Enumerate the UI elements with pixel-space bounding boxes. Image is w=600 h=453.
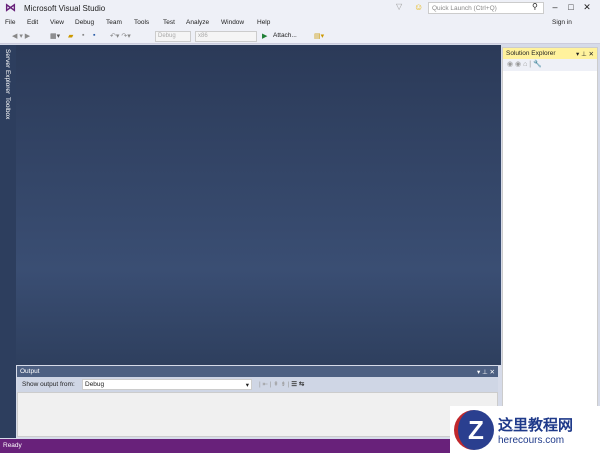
vs-logo-icon: ⋈ — [5, 2, 16, 14]
editor-area — [16, 45, 501, 365]
solution-explorer-header: Solution Explorer ▾ ⊥ ✕ — [503, 48, 597, 59]
toolbar-options-icon[interactable]: ▤▾ — [314, 32, 324, 40]
open-icon[interactable]: ▰ — [68, 32, 73, 40]
filter-icon[interactable]: ▽ — [396, 2, 402, 11]
output-source-value: Debug — [85, 381, 105, 388]
output-action-icons[interactable]: | ⇤ | ⇞ ⇟ | ☰ ⇆ — [259, 380, 304, 388]
solution-explorer-panel: Solution Explorer ▾ ⊥ ✕ ◉ ◉ ⌂ | 🔧 — [502, 47, 598, 438]
menu-team[interactable]: Team — [106, 19, 122, 26]
minimize-button[interactable]: – — [548, 2, 562, 12]
menu-window[interactable]: Window — [221, 19, 244, 26]
config-dropdown[interactable]: Debug — [155, 31, 191, 42]
output-panel-controls[interactable]: ▾ ⊥ ✕ — [477, 368, 495, 376]
properties-wrench-icon[interactable]: 🔧 — [533, 61, 542, 68]
panel-controls[interactable]: ▾ ⊥ ✕ — [576, 50, 594, 58]
sign-in-link[interactable]: Sign in — [552, 19, 572, 26]
menu-view[interactable]: View — [50, 19, 64, 26]
feedback-smiley-icon[interactable]: ☺ — [414, 2, 423, 12]
title-bar: ⋈ Microsoft Visual Studio ▽ ☺ Quick Laun… — [0, 0, 600, 17]
save-all-icon[interactable]: ▪ — [93, 32, 95, 39]
platform-dropdown[interactable]: x86 — [195, 31, 257, 42]
back-icon[interactable]: ◀ ▾ ▶ — [12, 32, 30, 40]
panel-title: Solution Explorer — [506, 50, 556, 57]
nav-icons[interactable]: ◉ ◉ ⌂ | — [507, 61, 533, 68]
watermark-url: herecours.com — [498, 434, 565, 446]
menu-bar: File Edit View Debug Team Tools Test Ana… — [0, 17, 600, 29]
menu-test[interactable]: Test — [163, 19, 175, 26]
menu-file[interactable]: File — [5, 19, 15, 26]
output-source-dropdown[interactable]: Debug ▾ — [82, 379, 252, 390]
watermark-name: 这里教程网 — [498, 416, 574, 434]
side-tab-strip: Server Explorer Toolbox — [0, 45, 16, 438]
undo-icon[interactable]: ↶▾ ↷▾ — [110, 32, 131, 40]
new-project-icon[interactable]: ▦▾ — [50, 32, 60, 40]
menu-debug[interactable]: Debug — [75, 19, 94, 26]
chevron-down-icon: ▾ — [245, 382, 249, 389]
watermark-logo-icon: Z — [454, 409, 494, 450]
menu-analyze[interactable]: Analyze — [186, 19, 209, 26]
search-icon: ⚲ — [532, 2, 538, 11]
output-title: Output — [20, 368, 40, 375]
watermark: Z 这里教程网 herecours.com — [450, 406, 600, 453]
toolbar: ◀ ▾ ▶ ▦▾ ▰ ▪ ▪ ↶▾ ↷▾ Debug x86 ▶ Attach.… — [0, 29, 600, 44]
quick-launch-input[interactable]: Quick Launch (Ctrl+Q) — [428, 2, 544, 14]
start-icon[interactable]: ▶ — [262, 32, 267, 40]
window-title: Microsoft Visual Studio — [24, 4, 106, 13]
close-button[interactable]: ✕ — [580, 2, 594, 13]
attach-button[interactable]: Attach... — [273, 32, 297, 39]
output-text-area[interactable] — [17, 392, 498, 437]
tab-server-explorer[interactable]: Server Explorer — [4, 49, 11, 94]
show-output-label: Show output from: — [22, 381, 75, 388]
menu-edit[interactable]: Edit — [27, 19, 38, 26]
menu-tools[interactable]: Tools — [134, 19, 149, 26]
menu-help[interactable]: Help — [257, 19, 270, 26]
save-icon[interactable]: ▪ — [82, 32, 84, 39]
solution-explorer-toolbar: ◉ ◉ ⌂ | 🔧 — [503, 59, 597, 71]
output-toolbar: Show output from: Debug ▾ | ⇤ | ⇞ ⇟ | ☰ ⇆ — [17, 377, 498, 392]
output-header: Output ▾ ⊥ ✕ — [17, 366, 498, 377]
tab-toolbox[interactable]: Toolbox — [4, 97, 11, 119]
maximize-button[interactable]: □ — [564, 2, 578, 12]
